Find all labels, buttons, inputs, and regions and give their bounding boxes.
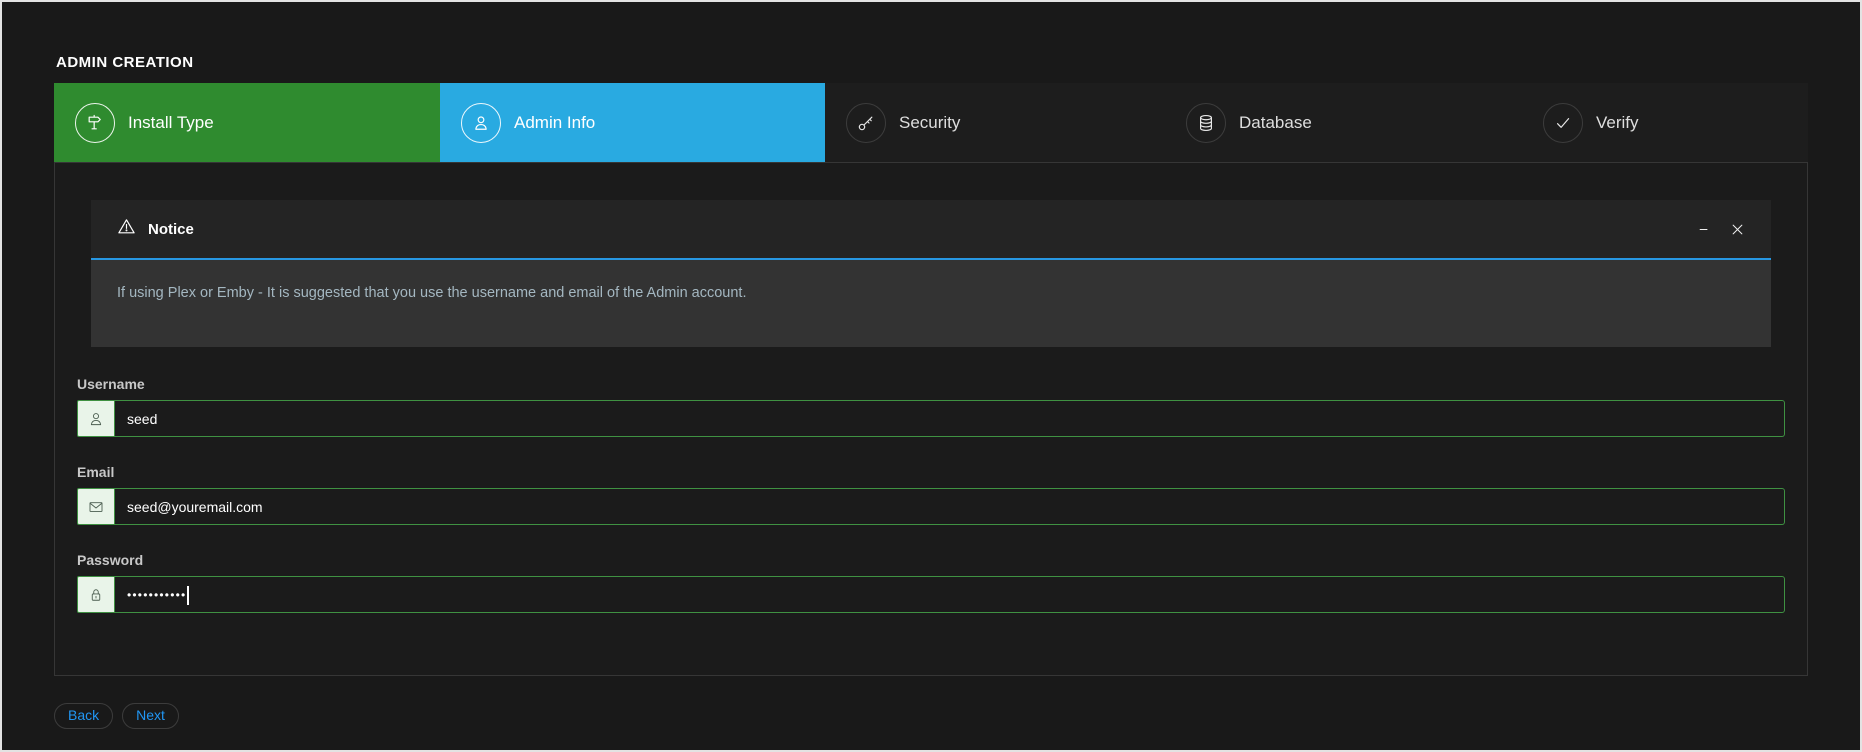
person-icon — [461, 103, 501, 143]
back-button[interactable]: Back — [54, 703, 113, 729]
password-label: Password — [77, 553, 1785, 567]
password-input-wrap — [115, 576, 1785, 613]
notice-title: Notice — [148, 221, 194, 238]
tab-admin-info[interactable]: Admin Info — [440, 83, 825, 162]
wizard-nav-actions: Back Next — [54, 703, 1808, 729]
text-caret — [187, 586, 189, 605]
username-input-wrap — [115, 400, 1785, 437]
person-icon — [77, 400, 115, 437]
wizard-step-tabs: Install Type Admin Info Security Databas… — [54, 83, 1808, 162]
database-icon — [1186, 103, 1226, 143]
username-label: Username — [77, 377, 1785, 391]
tab-security[interactable]: Security — [825, 83, 1165, 162]
signpost-icon — [75, 103, 115, 143]
page-title: ADMIN CREATION — [56, 54, 1808, 72]
notice-controls — [1697, 222, 1745, 237]
email-input-wrap — [115, 488, 1785, 525]
email-field-group: Email — [77, 465, 1785, 525]
password-input-row — [77, 576, 1785, 613]
setup-wizard-page: { "page": { "title": "ADMIN CREATION" },… — [0, 0, 1862, 752]
tab-label: Verify — [1596, 113, 1639, 133]
tab-verify[interactable]: Verify — [1522, 83, 1808, 162]
tab-label: Security — [899, 113, 960, 133]
notice-header: Notice — [91, 200, 1771, 260]
password-input[interactable] — [115, 577, 1784, 612]
username-input[interactable] — [115, 401, 1784, 436]
email-input-row — [77, 488, 1785, 525]
notice-body-text: If using Plex or Emby - It is suggested … — [91, 260, 1771, 347]
padlock-icon — [77, 576, 115, 613]
email-label: Email — [77, 465, 1785, 479]
tab-install-type[interactable]: Install Type — [54, 83, 440, 162]
username-field-group: Username — [77, 377, 1785, 437]
email-input[interactable] — [115, 489, 1784, 524]
warning-triangle-icon — [117, 217, 136, 241]
username-input-row — [77, 400, 1785, 437]
key-icon — [846, 103, 886, 143]
admin-info-panel: Notice If using Plex or Emby - It is sug… — [54, 162, 1808, 676]
envelope-icon — [77, 488, 115, 525]
next-button[interactable]: Next — [122, 703, 179, 729]
tab-label: Install Type — [128, 113, 214, 133]
notice-panel: Notice If using Plex or Emby - It is sug… — [91, 200, 1771, 347]
close-icon[interactable] — [1730, 222, 1745, 237]
checkmark-icon — [1543, 103, 1583, 143]
tab-label: Admin Info — [514, 113, 595, 133]
tab-label: Database — [1239, 113, 1312, 133]
tab-database[interactable]: Database — [1165, 83, 1522, 162]
minimize-icon[interactable] — [1697, 222, 1712, 237]
main-content: ADMIN CREATION Install Type Admin Info S… — [2, 2, 1860, 729]
password-field-group: Password — [77, 553, 1785, 613]
